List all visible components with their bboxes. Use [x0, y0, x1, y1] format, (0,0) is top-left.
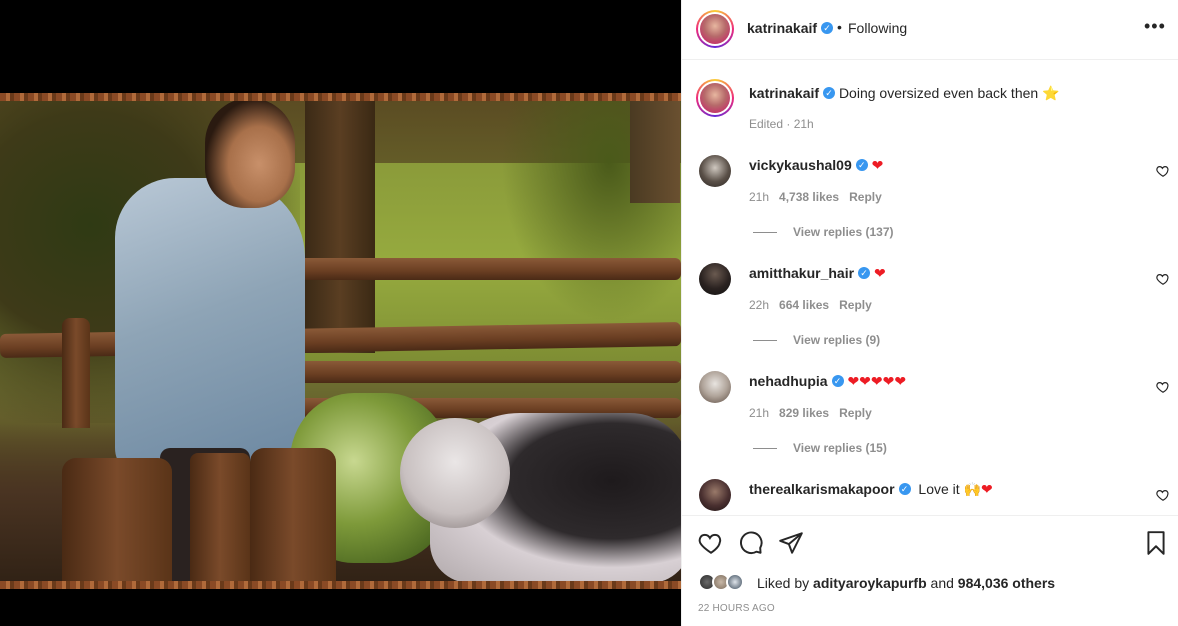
save-bookmark-icon[interactable] [1143, 530, 1169, 556]
liked-others-link[interactable]: 984,036 others [958, 575, 1055, 591]
comment-likes[interactable]: 4,738 likes [779, 190, 839, 204]
reply-button[interactable]: Reply [839, 406, 872, 420]
comment-avatar[interactable] [699, 479, 731, 511]
caption: katrinakaif ✓ Doing oversized even back t… [749, 85, 1060, 102]
comment-avatar[interactable] [699, 263, 731, 295]
liked-by-text: Liked by adityaroykapurfb and 984,036 ot… [757, 575, 1056, 591]
comment-text: Love it [918, 481, 960, 497]
caption-avatar[interactable] [696, 79, 734, 117]
post-actions: Liked by adityaroykapurfb and 984,036 ot… [682, 515, 1178, 626]
comment-text: ❤ [871, 157, 884, 173]
liker-avatar[interactable] [726, 573, 744, 591]
comment-meta: 21h 829 likes Reply [749, 406, 872, 420]
comment-text: ❤ [873, 265, 886, 281]
comment-meta: 21h 4,738 likes Reply [749, 190, 882, 204]
caption-text: Doing oversized even back then [838, 85, 1039, 101]
comment-likes[interactable]: 829 likes [779, 406, 829, 420]
comment-username[interactable]: amitthakur_hair ✓ ❤ [749, 265, 886, 282]
view-replies-button[interactable]: View replies (137) [793, 225, 894, 239]
heart-outline-icon[interactable] [1156, 272, 1170, 286]
comment-avatar[interactable] [699, 155, 731, 187]
comment-emoji: 🙌❤ [963, 481, 993, 497]
post-sidebar: katrinakaif ✓ • Following ••• katrinakaif… [681, 0, 1178, 626]
following-button[interactable]: Following [848, 20, 907, 36]
comment-bubble-icon[interactable] [738, 530, 764, 556]
media-pane [0, 0, 681, 626]
verified-badge-icon: ✓ [855, 159, 868, 172]
comment-avatar[interactable] [699, 371, 731, 403]
liked-by-user[interactable]: adityaroykapurfb [813, 575, 927, 591]
comment-username[interactable]: nehadhupia ✓ ❤❤❤❤❤ [749, 373, 906, 390]
comment-username[interactable]: therealkarismakapoor ✓ Love it 🙌❤ [749, 481, 993, 498]
verified-badge-icon: ✓ [831, 375, 844, 388]
author-username[interactable]: katrinakaif ✓ [747, 20, 834, 36]
view-replies-button[interactable]: View replies (15) [793, 441, 887, 455]
post-header: katrinakaif ✓ • Following ••• [682, 0, 1178, 60]
verified-badge-icon: ✓ [858, 267, 871, 280]
verified-badge-icon: ✓ [821, 22, 834, 35]
heart-outline-icon[interactable] [1156, 380, 1170, 394]
comment-text: ❤❤❤❤❤ [847, 373, 907, 389]
like-heart-icon[interactable] [698, 530, 724, 556]
comment-likes[interactable]: 664 likes [779, 298, 829, 312]
verified-badge-icon: ✓ [823, 87, 836, 100]
caption-meta: Edited · 21h [749, 117, 814, 131]
caption-username[interactable]: katrinakaif [749, 85, 819, 101]
reply-button[interactable]: Reply [839, 298, 872, 312]
author-avatar[interactable] [696, 10, 734, 48]
share-send-icon[interactable] [778, 530, 804, 556]
heart-outline-icon[interactable] [1156, 164, 1170, 178]
star-emoji: ⭐ [1042, 85, 1060, 101]
separator-dot: • [837, 19, 842, 35]
comment-meta: 22h 664 likes Reply [749, 298, 872, 312]
post-photo[interactable] [0, 93, 681, 589]
reply-button[interactable]: Reply [849, 190, 882, 204]
more-horizontal-icon[interactable]: ••• [1144, 16, 1166, 37]
view-replies-button[interactable]: View replies (9) [793, 333, 880, 347]
heart-outline-icon[interactable] [1156, 488, 1170, 502]
comment-username[interactable]: vickykaushal09 ✓ ❤ [749, 157, 883, 174]
verified-badge-icon: ✓ [898, 483, 911, 496]
post-timestamp[interactable]: 22 HOURS AGO [698, 603, 775, 614]
